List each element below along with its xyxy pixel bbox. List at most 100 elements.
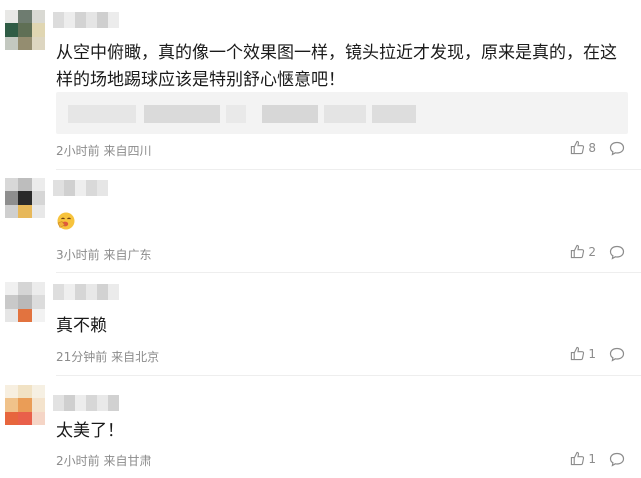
blurred-text-segment: [372, 105, 416, 123]
avatar-pixel: [18, 398, 32, 412]
like-button[interactable]: 8: [570, 140, 596, 155]
avatar-pixel: [5, 398, 19, 412]
avatar-pixel: [18, 23, 32, 37]
username-blurred[interactable]: [53, 12, 119, 28]
avatar-pixel: [5, 36, 19, 50]
like-count: 8: [588, 140, 596, 155]
username-pixel: [108, 395, 119, 411]
thumbs-up-icon: [571, 140, 585, 155]
username-pixel: [75, 180, 86, 196]
username-pixel: [75, 395, 86, 411]
comment-reply-icon[interactable]: [609, 452, 625, 467]
divider: [56, 272, 641, 273]
avatar[interactable]: [5, 282, 45, 322]
avatar-pixel: [31, 204, 45, 218]
avatar-pixel: [31, 385, 45, 399]
avatar-pixel: [5, 385, 19, 399]
username-pixel: [64, 284, 75, 300]
username-pixel: [64, 12, 75, 28]
username-pixel: [108, 12, 119, 28]
username-pixel: [86, 180, 97, 196]
username-pixel: [86, 12, 97, 28]
avatar-pixel: [5, 10, 19, 24]
avatar-pixel: [31, 398, 45, 412]
username-blurred[interactable]: [53, 395, 119, 411]
like-button[interactable]: 1: [570, 451, 596, 466]
comment-text: 太美了！: [56, 421, 124, 441]
comment-reply-icon[interactable]: [609, 141, 625, 156]
thumbs-up-icon: [571, 244, 585, 259]
avatar-pixel: [5, 178, 19, 192]
avatar-pixel: [31, 178, 45, 192]
avatar-pixel: [18, 178, 32, 192]
thumbs-up-icon: [571, 346, 585, 361]
avatar[interactable]: [5, 178, 45, 218]
avatar-pixel: [18, 282, 32, 296]
avatar-pixel: [31, 23, 45, 37]
username-blurred[interactable]: [53, 180, 108, 196]
comment-text: 真不赖: [56, 316, 107, 336]
avatar-pixel: [31, 308, 45, 322]
avatar[interactable]: [5, 385, 45, 425]
comment-meta: 3小时前 来自广东: [56, 248, 152, 262]
comment-text: 从空中俯瞰，真的像一个效果图一样，镜头拉近才发现，原来是真的，在这样的场地踢球应…: [56, 43, 617, 90]
blurred-text-segment: [144, 105, 220, 123]
avatar-pixel: [5, 23, 19, 37]
username-pixel: [75, 284, 86, 300]
thumbs-up-icon: [571, 451, 585, 466]
username-pixel: [53, 12, 64, 28]
username-pixel: [97, 284, 108, 300]
username-pixel: [86, 395, 97, 411]
avatar-pixel: [5, 308, 19, 322]
avatar-pixel: [31, 411, 45, 425]
blurred-text-segment: [226, 105, 246, 123]
avatar-pixel: [18, 385, 32, 399]
username-pixel: [53, 395, 64, 411]
blurred-text-segment: [68, 105, 136, 123]
avatar-pixel: [18, 295, 32, 309]
comment-meta: 2小时前 来自甘肃: [56, 454, 152, 468]
avatar-pixel: [31, 191, 45, 205]
like-count: 1: [588, 346, 596, 361]
username-pixel: [64, 395, 75, 411]
comment-reply-icon[interactable]: [609, 245, 625, 260]
username-pixel: [53, 180, 64, 196]
like-button[interactable]: 1: [570, 346, 596, 361]
avatar-pixel: [18, 204, 32, 218]
username-pixel: [53, 284, 64, 300]
comment-meta: 21分钟前 来自北京: [56, 350, 160, 364]
username-pixel: [86, 284, 97, 300]
avatar-pixel: [18, 191, 32, 205]
blurred-text-segment: [262, 105, 318, 123]
divider: [56, 375, 641, 376]
avatar-pixel: [18, 308, 32, 322]
username-pixel: [97, 12, 108, 28]
like-button[interactable]: 2: [570, 244, 596, 259]
avatar-pixel: [5, 191, 19, 205]
avatar-pixel: [5, 204, 19, 218]
avatar-pixel: [5, 282, 19, 296]
username-pixel: [75, 12, 86, 28]
blurred-text-segment: [324, 105, 366, 123]
avatar-pixel: [31, 10, 45, 24]
comment-meta: 2小时前 来自四川: [56, 144, 152, 158]
avatar-pixel: [18, 36, 32, 50]
username-pixel: [64, 180, 75, 196]
avatar-pixel: [31, 295, 45, 309]
username-pixel: [108, 284, 119, 300]
avatar-pixel: [5, 411, 19, 425]
like-count: 1: [588, 451, 596, 466]
face-with-hand-over-mouth-emoji: [57, 212, 75, 230]
avatar-pixel: [18, 10, 32, 24]
avatar[interactable]: [5, 10, 45, 50]
avatar-pixel: [31, 282, 45, 296]
divider: [56, 169, 641, 170]
username-pixel: [97, 395, 108, 411]
username-pixel: [97, 180, 108, 196]
like-count: 2: [588, 244, 596, 259]
comment-reply-icon[interactable]: [609, 347, 625, 362]
quoted-content-blurred[interactable]: [56, 92, 628, 134]
username-blurred[interactable]: [53, 284, 119, 300]
avatar-pixel: [5, 295, 19, 309]
avatar-pixel: [31, 36, 45, 50]
